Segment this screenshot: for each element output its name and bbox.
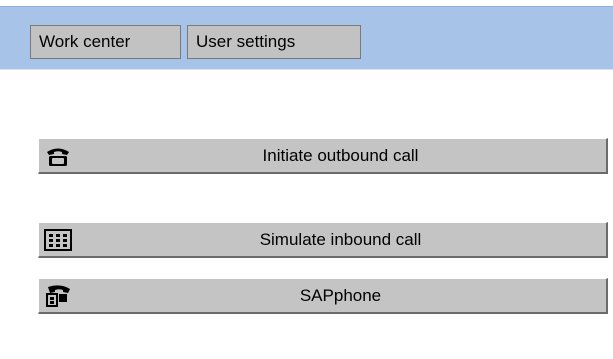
screen: Work center User settings Initiate outbo… — [0, 0, 613, 359]
tab-work-center[interactable]: Work center — [30, 25, 181, 59]
telephone-icon — [43, 143, 73, 169]
initiate-outbound-call-button[interactable]: Initiate outbound call — [38, 138, 608, 174]
sapphone-label: SAPphone — [299, 286, 382, 305]
sapphone-button[interactable]: SAPphone — [38, 278, 608, 314]
tab-user-settings[interactable]: User settings — [187, 25, 361, 59]
simulate-inbound-call-button[interactable]: Simulate inbound call — [38, 222, 608, 258]
simulate-inbound-call-label: Simulate inbound call — [259, 230, 422, 249]
header-bar: Work center User settings — [0, 6, 613, 70]
initiate-outbound-call-label: Initiate outbound call — [262, 146, 419, 165]
sapphone-handset-icon — [43, 283, 73, 309]
keypad-icon — [43, 227, 73, 253]
